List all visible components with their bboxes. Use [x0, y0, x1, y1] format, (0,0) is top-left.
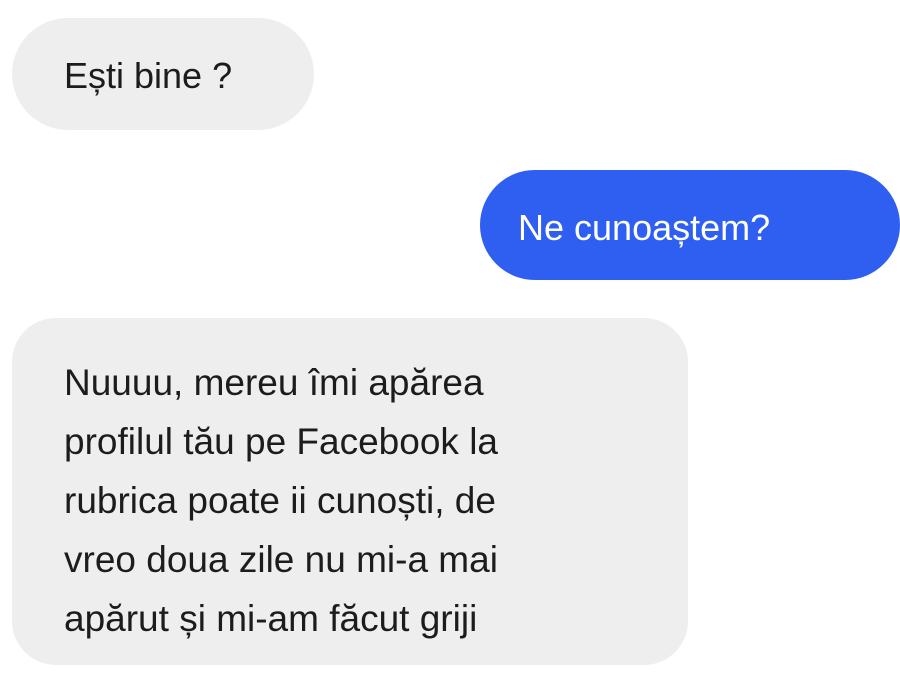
message-bubble-incoming[interactable]: Ești bine ? — [12, 18, 314, 130]
message-bubble-outgoing[interactable]: Ne cunoaștem? — [480, 170, 900, 280]
chat-thread: Ești bine ? Ne cunoaștem? Nuuuu, mereu î… — [0, 0, 900, 675]
message-bubble-incoming[interactable]: Nuuuu, mereu îmi apărea profilul tău pe … — [12, 318, 688, 665]
